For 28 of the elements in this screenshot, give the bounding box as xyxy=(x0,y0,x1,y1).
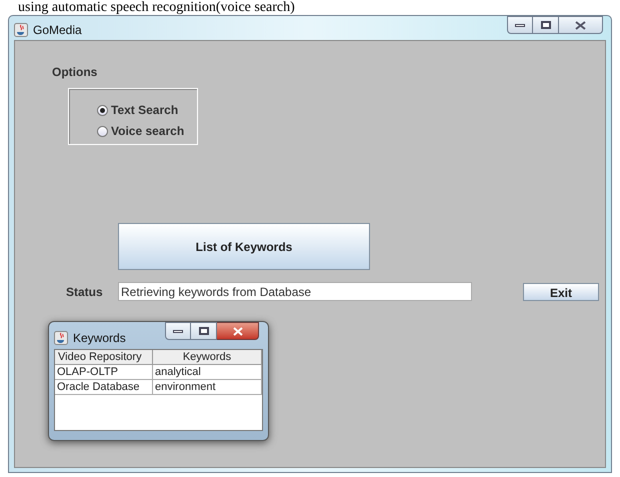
status-field[interactable]: Retrieving keywords from Database xyxy=(118,282,472,301)
minimize-button[interactable] xyxy=(165,322,191,340)
table-cell: analytical xyxy=(153,365,262,380)
window-title: Keywords xyxy=(73,330,126,347)
close-button[interactable] xyxy=(217,322,259,340)
column-header[interactable]: Keywords xyxy=(153,350,262,365)
table-cell: environment xyxy=(153,380,262,395)
table-cell: Oracle Database xyxy=(55,380,153,395)
list-keywords-button[interactable]: List of Keywords xyxy=(118,223,370,270)
app-icon xyxy=(54,331,68,345)
app-icon xyxy=(14,23,28,37)
table-cell: OLAP-OLTP xyxy=(55,365,153,380)
minimize-button[interactable] xyxy=(507,16,533,34)
window-title: GoMedia xyxy=(33,22,82,39)
column-header[interactable]: Video Repository xyxy=(55,350,153,365)
close-button[interactable] xyxy=(559,16,603,34)
exit-button[interactable]: Exit xyxy=(523,282,599,300)
maximize-button[interactable] xyxy=(191,322,217,340)
radio-button[interactable] xyxy=(97,104,108,116)
radio-option[interactable]: Text Search xyxy=(97,101,197,119)
radio-option[interactable]: Voice search xyxy=(97,122,197,140)
radio-button[interactable] xyxy=(97,126,108,136)
maximize-button[interactable] xyxy=(533,16,559,34)
caption-text: using automatic speech recognition(voice search) xyxy=(17,0,296,15)
status-label: Status xyxy=(65,284,104,300)
close-icon xyxy=(575,20,586,30)
options-label: Options xyxy=(52,64,98,79)
close-icon xyxy=(232,326,242,336)
